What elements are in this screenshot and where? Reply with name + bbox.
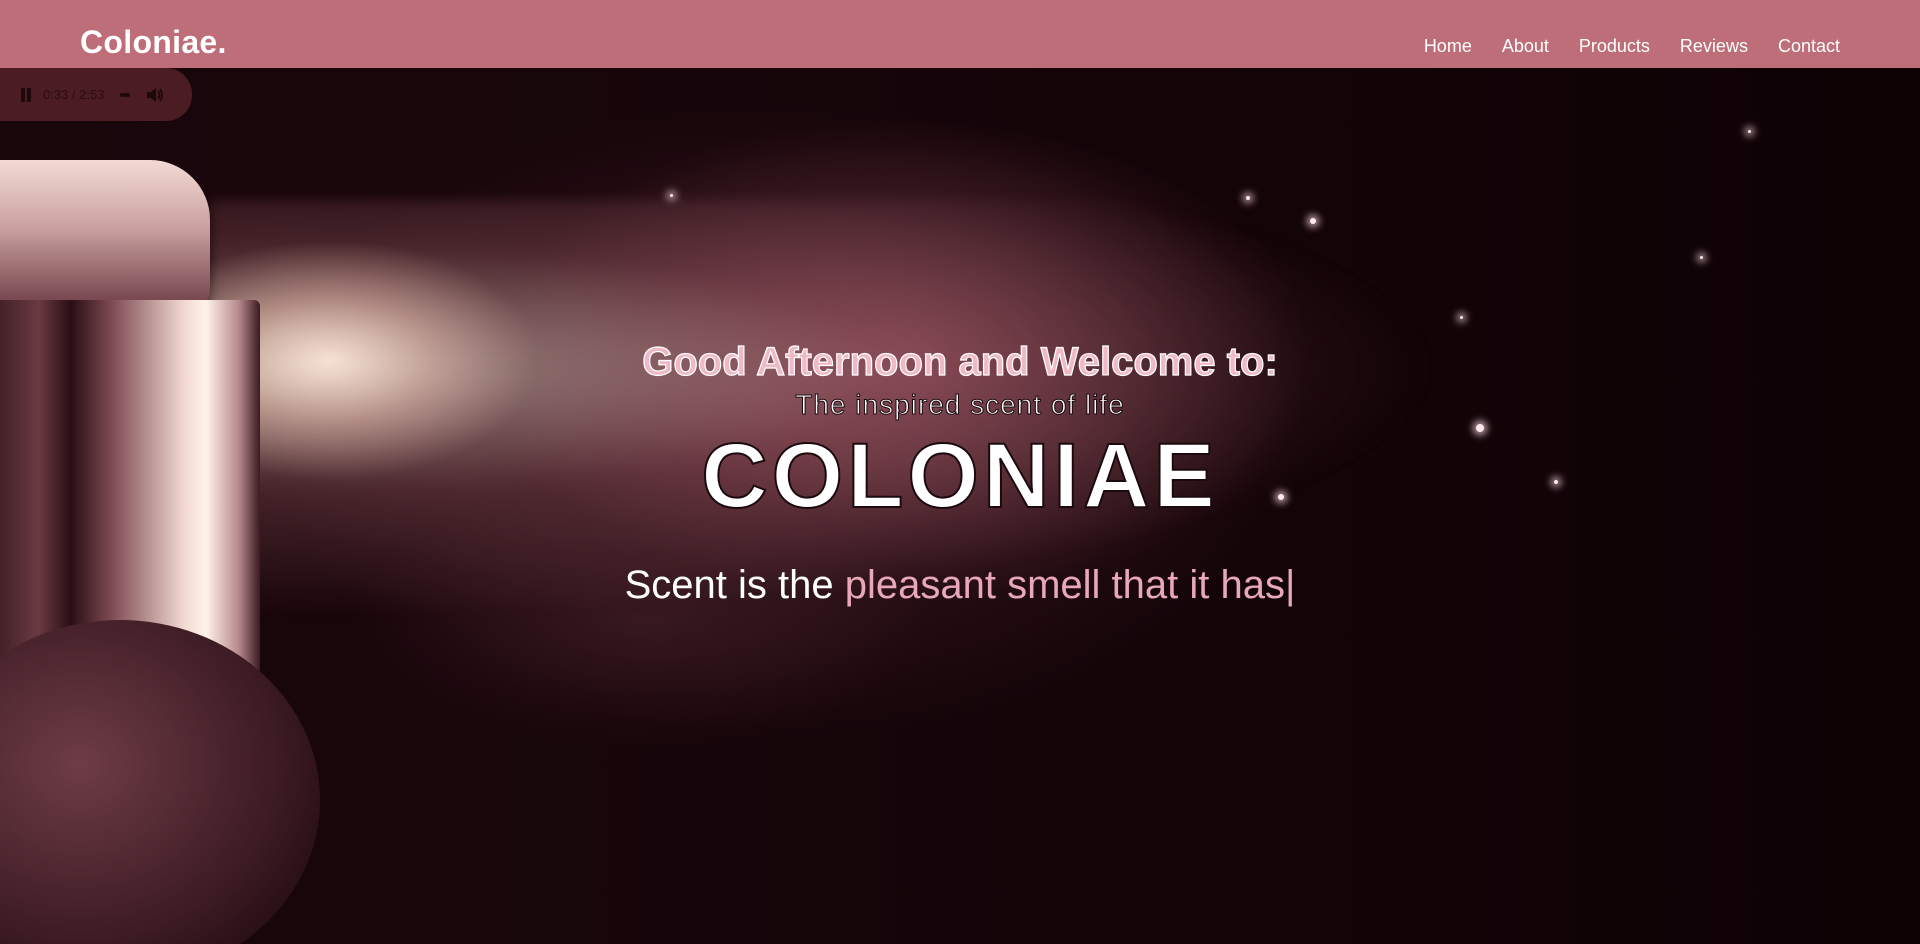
hand-image [0,620,320,944]
nav-reviews-link[interactable]: Reviews [1680,37,1748,55]
volume-icon[interactable] [146,87,164,103]
sparkle [1460,316,1463,319]
typing-cursor: | [1284,563,1296,607]
site-header: Coloniae. Home About Products Reviews Co… [0,0,1920,68]
typing-animated-text: pleasant smell that it has [844,563,1285,607]
welcome-heading: Good Afternoon and Welcome to: [642,339,1279,384]
progress-slider[interactable] [120,92,131,97]
video-time: 0:33 / 2:53 [43,87,105,102]
main-nav: Home About Products Reviews Contact [1424,37,1840,55]
sparkle [670,194,673,197]
sparkle [1700,256,1703,259]
sparkle [1748,130,1751,133]
typing-static-text: Scent is the [624,563,845,607]
sparkle [1246,196,1250,200]
brand-title: COLONIAE [700,425,1219,527]
perfume-bottle-cap [0,160,210,310]
typing-line: Scent is the pleasant smell that it has| [0,563,1920,607]
sparkle [1310,218,1316,224]
nav-products-link[interactable]: Products [1579,37,1650,55]
video-controls: 0:33 / 2:53 [0,68,192,121]
nav-contact-link[interactable]: Contact [1778,37,1840,55]
site-logo[interactable]: Coloniae. [80,26,227,58]
nav-about-link[interactable]: About [1502,37,1549,55]
tagline: The inspired scent of life [795,389,1125,421]
pause-icon[interactable] [19,87,33,102]
nav-home-link[interactable]: Home [1424,37,1472,55]
